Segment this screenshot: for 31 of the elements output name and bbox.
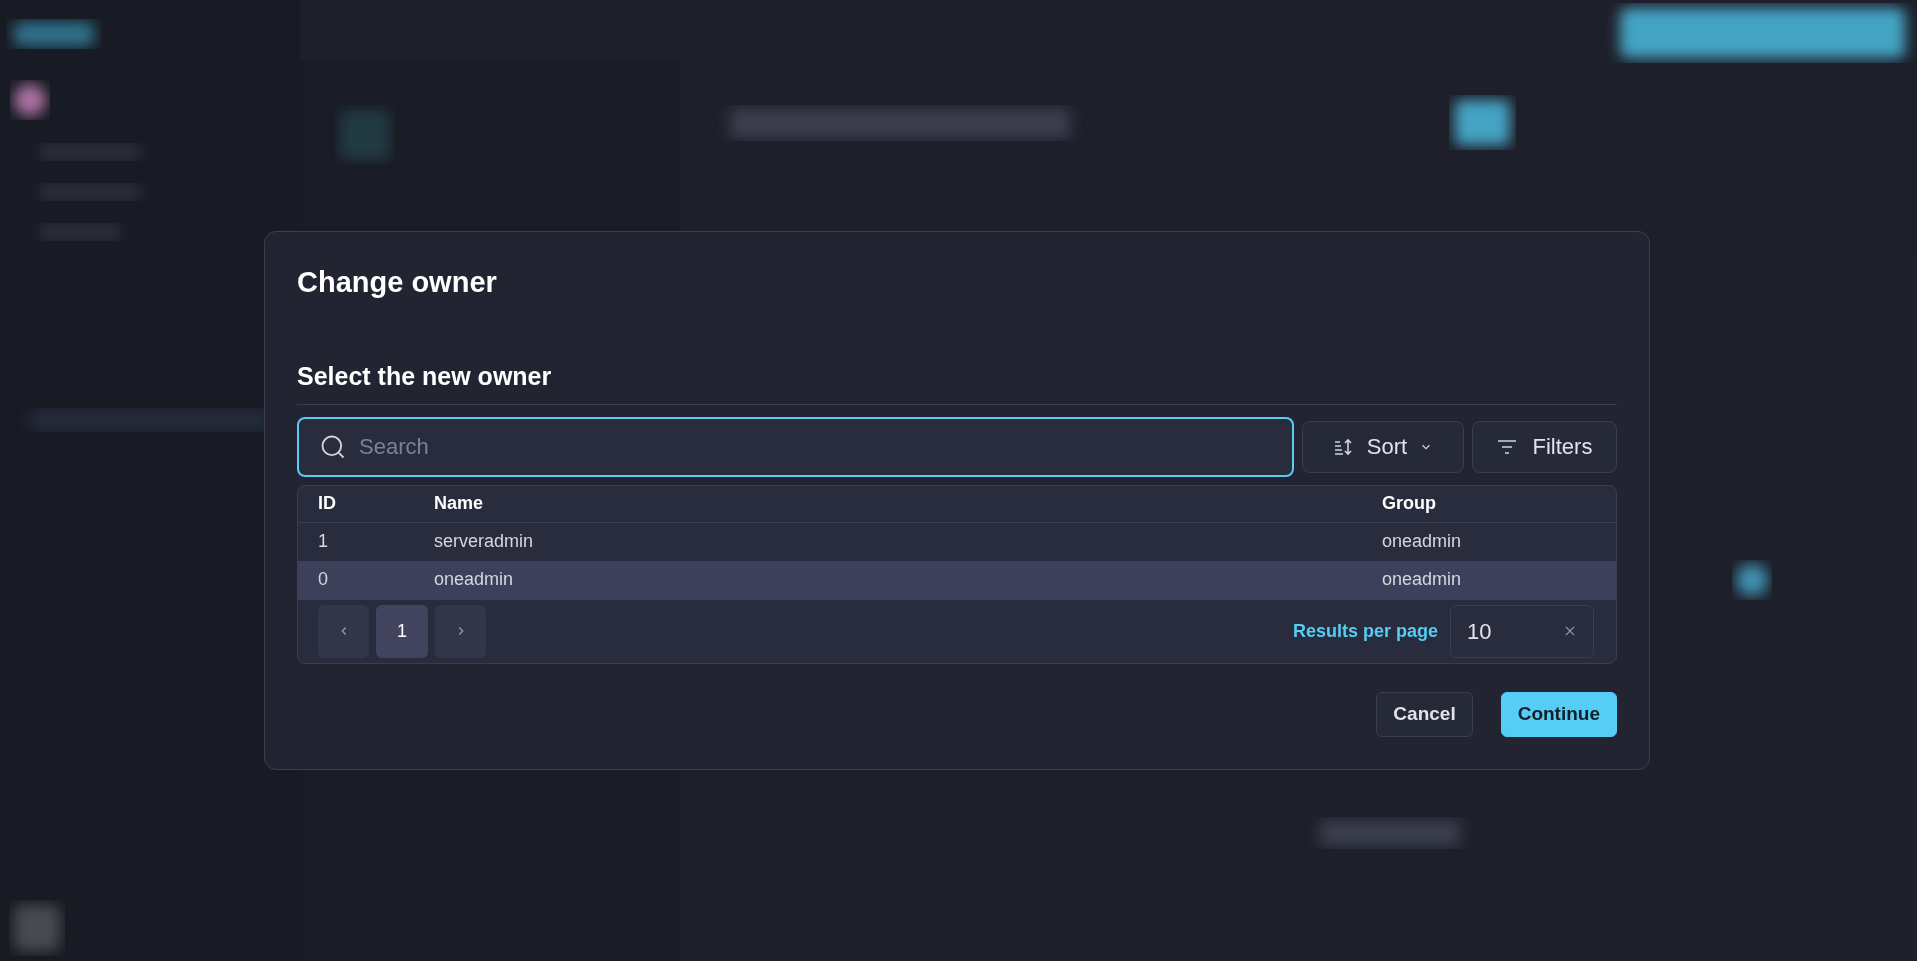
blurred-icon-tile: [340, 110, 390, 160]
table-cell-text: oneadmin: [434, 568, 515, 592]
previous-page-button[interactable]: [318, 604, 369, 658]
blurred-avatar: [14, 84, 46, 116]
table-row[interactable]: 0 oneadmin oneadmin: [298, 560, 1616, 599]
table-cell-text: 1: [318, 530, 329, 554]
continue-button[interactable]: Continue: [1500, 691, 1617, 737]
results-per-page-label: Results per page: [1292, 619, 1438, 643]
blurred-user-avatar: [14, 905, 60, 951]
blurred-status-dot: [1736, 564, 1768, 596]
filters-button[interactable]: Filters: [1472, 420, 1617, 473]
sort-button[interactable]: Sort: [1302, 420, 1464, 473]
page-button[interactable]: 1: [376, 604, 428, 658]
search-field[interactable]: Search: [297, 416, 1294, 477]
column-header: Name: [434, 492, 485, 516]
table-row[interactable]: 1 serveradmin oneadmin: [298, 522, 1616, 561]
sort-icon: [1332, 436, 1355, 457]
dialog-title: Change owner: [297, 265, 498, 300]
table-cell-text: oneadmin: [1382, 530, 1463, 554]
section-title: Select the new owner: [297, 358, 1617, 405]
results-per-page-field[interactable]: 10: [1450, 604, 1594, 658]
cancel-button[interactable]: Cancel: [1376, 691, 1473, 737]
table-cell-text: serveradmin: [434, 530, 535, 554]
table-cell-text: 0: [318, 568, 329, 592]
table-cell-text: oneadmin: [1382, 568, 1463, 592]
search-input[interactable]: Search: [359, 430, 1272, 464]
next-page-button[interactable]: [435, 604, 486, 658]
filter-icon: [1496, 438, 1517, 455]
results-per-page-value: 10: [1467, 617, 1493, 646]
column-header: ID: [318, 492, 337, 516]
column-header: Group: [1382, 492, 1437, 516]
